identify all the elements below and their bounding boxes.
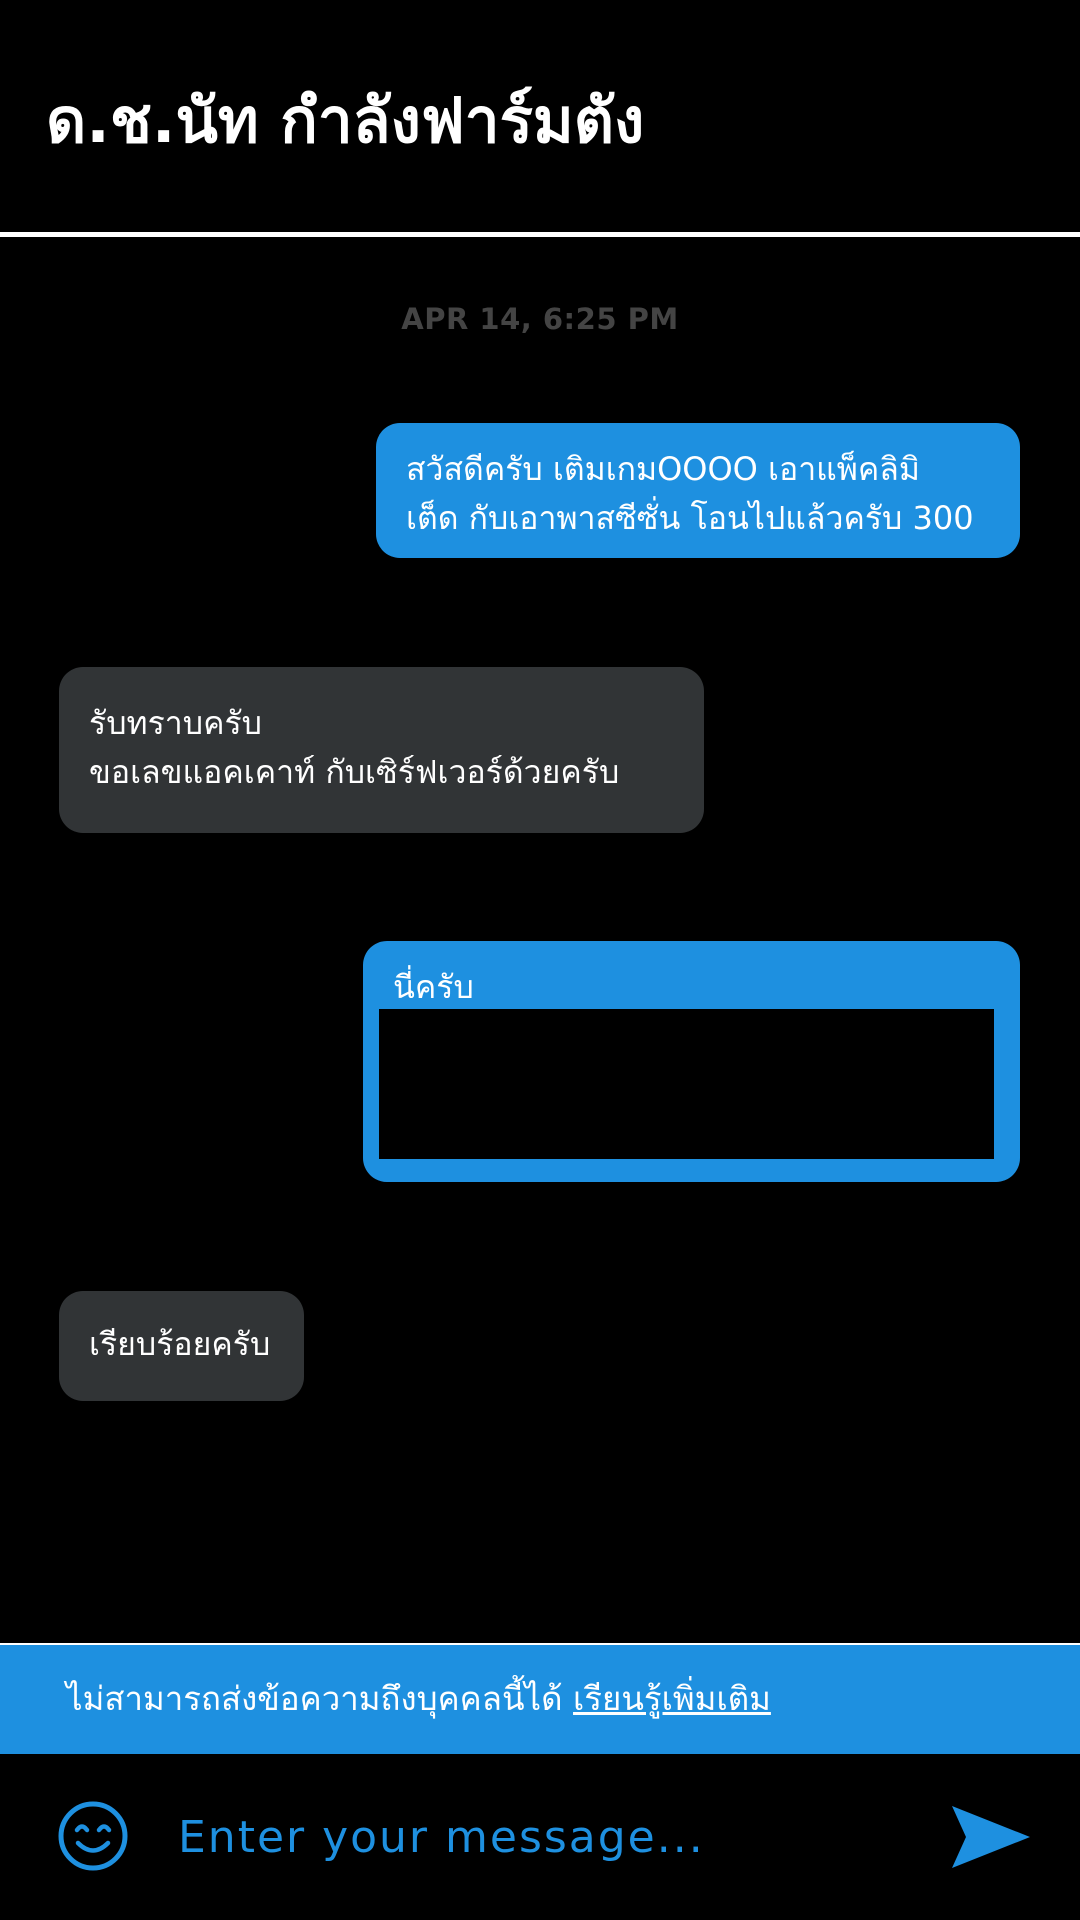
smiley-face-icon[interactable]	[57, 1800, 129, 1872]
message-text-line: เรียบร้อยครับ	[89, 1325, 271, 1363]
message-text-line: รับทราบครับ	[89, 704, 262, 742]
chat-header: ด.ช.นัท กำลังฟาร์มตัง	[0, 0, 1080, 232]
cannot-message-banner: ไม่สามารถส่งข้อความถึงบุคคลนี้ได้ เรียนร…	[0, 1645, 1080, 1754]
message-text-line: นี่ครับ	[393, 968, 474, 1006]
message-composer	[0, 1754, 1080, 1920]
chat-title: ด.ช.นัท กำลังฟาร์มตัง	[46, 84, 645, 157]
message-input[interactable]	[178, 1802, 898, 1872]
image-attachment[interactable]	[379, 1009, 994, 1159]
banner-message: ไม่สามารถส่งข้อความถึงบุคคลนี้ได้	[66, 1679, 563, 1718]
message-bubble-incoming[interactable]: เรียบร้อยครับ	[59, 1291, 304, 1401]
header-divider	[0, 232, 1080, 237]
banner-text-wrapper: ไม่สามารถส่งข้อความถึงบุคคลนี้ได้ เรียนร…	[66, 1675, 771, 1723]
message-text-line: ขอเลขแอคเคาท์ กับเซิร์ฟเวอร์ด้วยครับ	[89, 753, 620, 791]
message-timestamp: APR 14, 6:25 PM	[401, 302, 679, 336]
message-bubble-outgoing[interactable]: นี่ครับ	[363, 941, 1020, 1182]
message-text-line: สวัสดีครับ เติมเกมOOOO เอาแพ็คลิมิ	[406, 450, 920, 488]
learn-more-link[interactable]: เรียนรู้เพิ่มเติม	[573, 1679, 771, 1718]
send-arrow-icon[interactable]	[950, 1804, 1032, 1870]
message-text-line: เต็ด กับเอาพาสซีซั่น โอนไปแล้วครับ 300	[406, 499, 974, 537]
message-bubble-incoming[interactable]: รับทราบครับ ขอเลขแอคเคาท์ กับเซิร์ฟเวอร์…	[59, 667, 704, 833]
message-bubble-outgoing[interactable]: สวัสดีครับ เติมเกมOOOO เอาแพ็คลิมิ เต็ด …	[376, 423, 1020, 558]
